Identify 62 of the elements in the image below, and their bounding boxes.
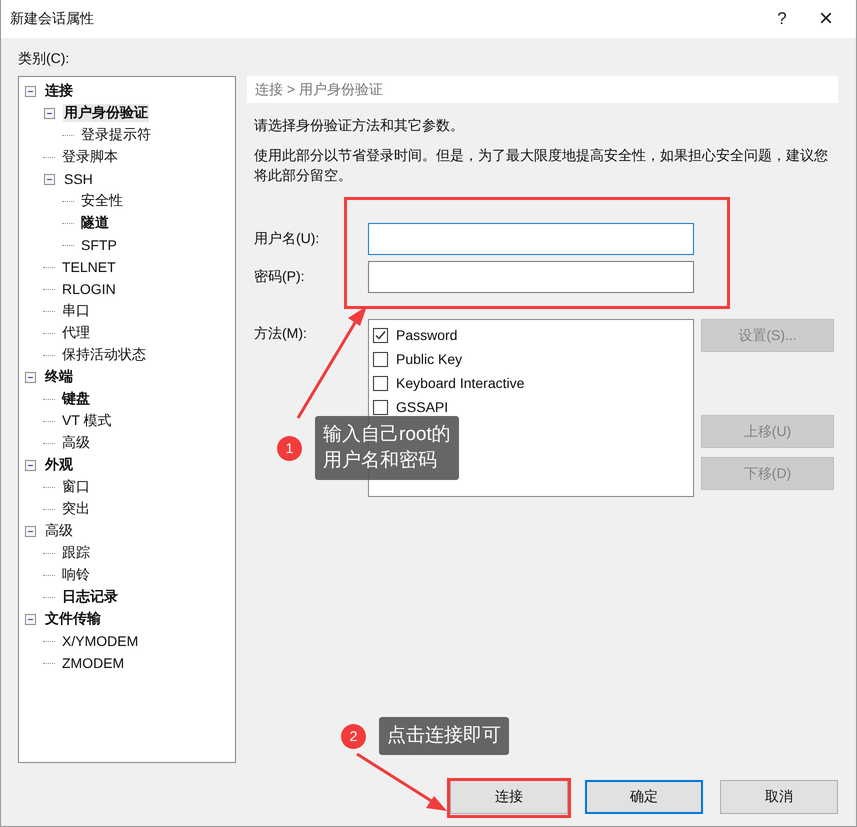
tree-item[interactable]: 串口 — [61, 302, 91, 320]
tree-item[interactable]: 代理 — [61, 324, 91, 342]
password-label: 密码(P): — [253, 268, 306, 286]
tree-item[interactable]: 外观 — [44, 456, 74, 474]
tree-item[interactable]: 跟踪 — [61, 544, 91, 562]
dialog-button[interactable]: 取消 — [720, 780, 838, 814]
checkbox[interactable] — [373, 400, 388, 414]
tree-item[interactable]: SSH — [63, 171, 94, 187]
method-item[interactable]: Password — [396, 327, 458, 343]
method-item[interactable]: GSSAPI — [396, 399, 448, 415]
tree-item[interactable]: 登录脚本 — [61, 148, 119, 166]
help-button[interactable]: ? — [760, 0, 804, 38]
collapse-icon[interactable] — [25, 86, 36, 96]
category-label: 类别(C): — [18, 50, 70, 68]
tooltip-text: 输入自己root的 — [323, 423, 451, 447]
tree-item[interactable]: 键盘 — [61, 390, 91, 408]
tree-item[interactable]: 高级 — [44, 522, 74, 540]
tree-item[interactable]: 保持活动状态 — [61, 346, 147, 364]
collapse-icon[interactable] — [44, 174, 55, 184]
tree-item[interactable]: TELNET — [61, 259, 117, 275]
tree-item[interactable]: VT 模式 — [61, 412, 113, 430]
collapse-icon[interactable] — [25, 460, 36, 470]
tree-item[interactable]: 登录提示符 — [80, 126, 152, 144]
close-button[interactable]: × — [804, 0, 848, 38]
method-item[interactable]: Keyboard Interactive — [396, 375, 524, 391]
tree-item[interactable]: 日志记录 — [61, 588, 119, 606]
tree-item[interactable]: 响铃 — [61, 566, 91, 584]
tree-item[interactable]: 突出 — [61, 500, 91, 518]
checkbox[interactable] — [373, 328, 388, 342]
tree-item[interactable]: 高级 — [61, 434, 91, 452]
description-text: 使用此部分以节省登录时间。但是，为了最大限度地提高安全性，如果担心安全问题，建议您将此部分留空。 — [254, 146, 829, 185]
step-number: 2 — [341, 724, 366, 748]
intro-text: 请选择身份验证方法和其它参数。 — [254, 117, 465, 135]
collapse-icon[interactable] — [44, 108, 55, 118]
username-field[interactable] — [368, 223, 694, 255]
window-title: 新建会话属性 — [10, 10, 95, 28]
tree-item[interactable]: 窗口 — [61, 478, 91, 496]
tree-item[interactable]: 隧道 — [80, 214, 110, 232]
section-header: 连接 > 用户身份验证 — [247, 76, 838, 103]
tree-item[interactable]: 终端 — [44, 368, 74, 386]
username-label: 用户名(U): — [253, 230, 320, 248]
collapse-icon[interactable] — [25, 614, 36, 624]
tooltip-text: 用户名和密码 — [323, 449, 438, 473]
checkbox[interactable] — [373, 376, 388, 390]
checkbox[interactable] — [373, 352, 388, 366]
password-field[interactable] — [368, 261, 694, 293]
dialog-button[interactable]: 确定 — [585, 780, 703, 814]
method-item[interactable]: Public Key — [396, 351, 462, 367]
step-number: 1 — [277, 436, 302, 460]
tree-item[interactable]: X/YMODEM — [61, 633, 140, 649]
tree-item[interactable]: SFTP — [80, 237, 118, 253]
tree-item[interactable]: 连接 — [44, 82, 74, 100]
tree-item[interactable]: ZMODEM — [61, 655, 126, 671]
method-label: 方法(M): — [253, 324, 308, 343]
dialog-button[interactable]: 连接 — [450, 780, 568, 814]
tree-item[interactable]: 安全性 — [80, 192, 124, 210]
tooltip-text: 点击连接即可 — [387, 724, 501, 748]
tree-item[interactable]: 文件传输 — [44, 610, 102, 628]
collapse-icon[interactable] — [25, 372, 36, 382]
collapse-icon[interactable] — [25, 526, 36, 536]
tree-item[interactable]: RLOGIN — [61, 281, 117, 297]
tree-item[interactable]: 用户身份验证 — [63, 104, 149, 122]
